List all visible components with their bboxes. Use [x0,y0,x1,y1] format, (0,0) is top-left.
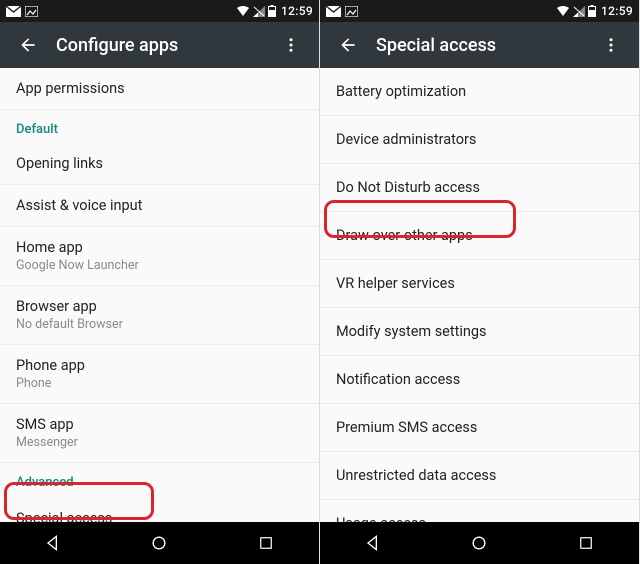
section-header-advanced: Advanced [0,463,319,496]
nav-recents-button[interactable] [556,522,616,564]
item-label: Usage access [336,515,623,522]
list-item-sms-app[interactable]: SMS app Messenger [0,404,319,463]
section-header-default: Default [0,110,319,143]
phone-left: 12:59 Configure apps App permissions Def… [0,0,320,564]
signal-icon [573,6,585,17]
status-clock: 12:59 [281,4,313,18]
list-item-special-access[interactable]: Special access [0,496,319,522]
list-item-usage-access[interactable]: Usage access [320,500,639,522]
list-item-notification-access[interactable]: Notification access [320,356,639,404]
gmail-icon [6,6,21,17]
list-item-unrestricted-data[interactable]: Unrestricted data access [320,452,639,500]
wifi-icon [556,6,570,17]
settings-list: App permissions Default Opening links As… [0,68,319,522]
image-icon [345,6,358,17]
back-button[interactable] [8,25,48,65]
item-sub: Phone [16,376,303,391]
nav-bar [0,522,319,564]
item-sub: No default Browser [16,317,303,332]
nav-bar [320,522,639,564]
overflow-menu-button[interactable] [591,25,631,65]
list-item-premium-sms[interactable]: Premium SMS access [320,404,639,452]
item-label: Browser app [16,298,303,315]
app-bar: Special access [320,22,639,68]
battery-icon [268,5,276,17]
item-label: Premium SMS access [336,419,623,436]
item-label: Special access [16,510,303,522]
item-label: Home app [16,239,303,256]
item-label: Opening links [16,155,303,172]
phone-right: 12:59 Special access Battery optimizatio… [320,0,640,564]
list-item-phone-app[interactable]: Phone app Phone [0,345,319,404]
item-label: Unrestricted data access [336,467,623,484]
item-sub: Google Now Launcher [16,258,303,273]
item-label: Device administrators [336,131,623,148]
signal-icon [253,6,265,17]
item-label: VR helper services [336,275,623,292]
app-bar: Configure apps [0,22,319,68]
item-label: Battery optimization [336,83,623,100]
nav-home-button[interactable] [129,522,189,564]
item-label: SMS app [16,416,303,433]
app-bar-title: Special access [376,35,591,56]
nav-home-button[interactable] [449,522,509,564]
list-item-modify-settings[interactable]: Modify system settings [320,308,639,356]
app-bar-title: Configure apps [56,35,271,56]
item-label: Phone app [16,357,303,374]
list-item-draw-over-apps[interactable]: Draw over other apps [320,212,639,260]
item-label: Assist & voice input [16,197,303,214]
battery-icon [588,5,596,17]
list-item-vr-helper[interactable]: VR helper services [320,260,639,308]
list-item-opening-links[interactable]: Opening links [0,143,319,185]
list-item-browser-app[interactable]: Browser app No default Browser [0,286,319,345]
wifi-icon [236,6,250,17]
item-label: Do Not Disturb access [336,179,623,196]
back-button[interactable] [328,25,368,65]
item-label: Notification access [336,371,623,388]
item-label: App permissions [16,80,303,97]
status-clock: 12:59 [601,4,633,18]
image-icon [25,6,38,17]
overflow-menu-button[interactable] [271,25,311,65]
nav-back-button[interactable] [23,522,83,564]
item-label: Modify system settings [336,323,623,340]
item-label: Draw over other apps [336,227,623,244]
list-item-assist-voice[interactable]: Assist & voice input [0,185,319,227]
status-bar: 12:59 [320,0,639,22]
list-item-battery-optimization[interactable]: Battery optimization [320,68,639,116]
list-item-home-app[interactable]: Home app Google Now Launcher [0,227,319,286]
list-item-device-administrators[interactable]: Device administrators [320,116,639,164]
settings-list: Battery optimization Device administrato… [320,68,639,522]
gmail-icon [326,6,341,17]
list-item-app-permissions[interactable]: App permissions [0,68,319,110]
nav-recents-button[interactable] [236,522,296,564]
item-sub: Messenger [16,435,303,450]
status-bar: 12:59 [0,0,319,22]
list-item-dnd-access[interactable]: Do Not Disturb access [320,164,639,212]
nav-back-button[interactable] [343,522,403,564]
